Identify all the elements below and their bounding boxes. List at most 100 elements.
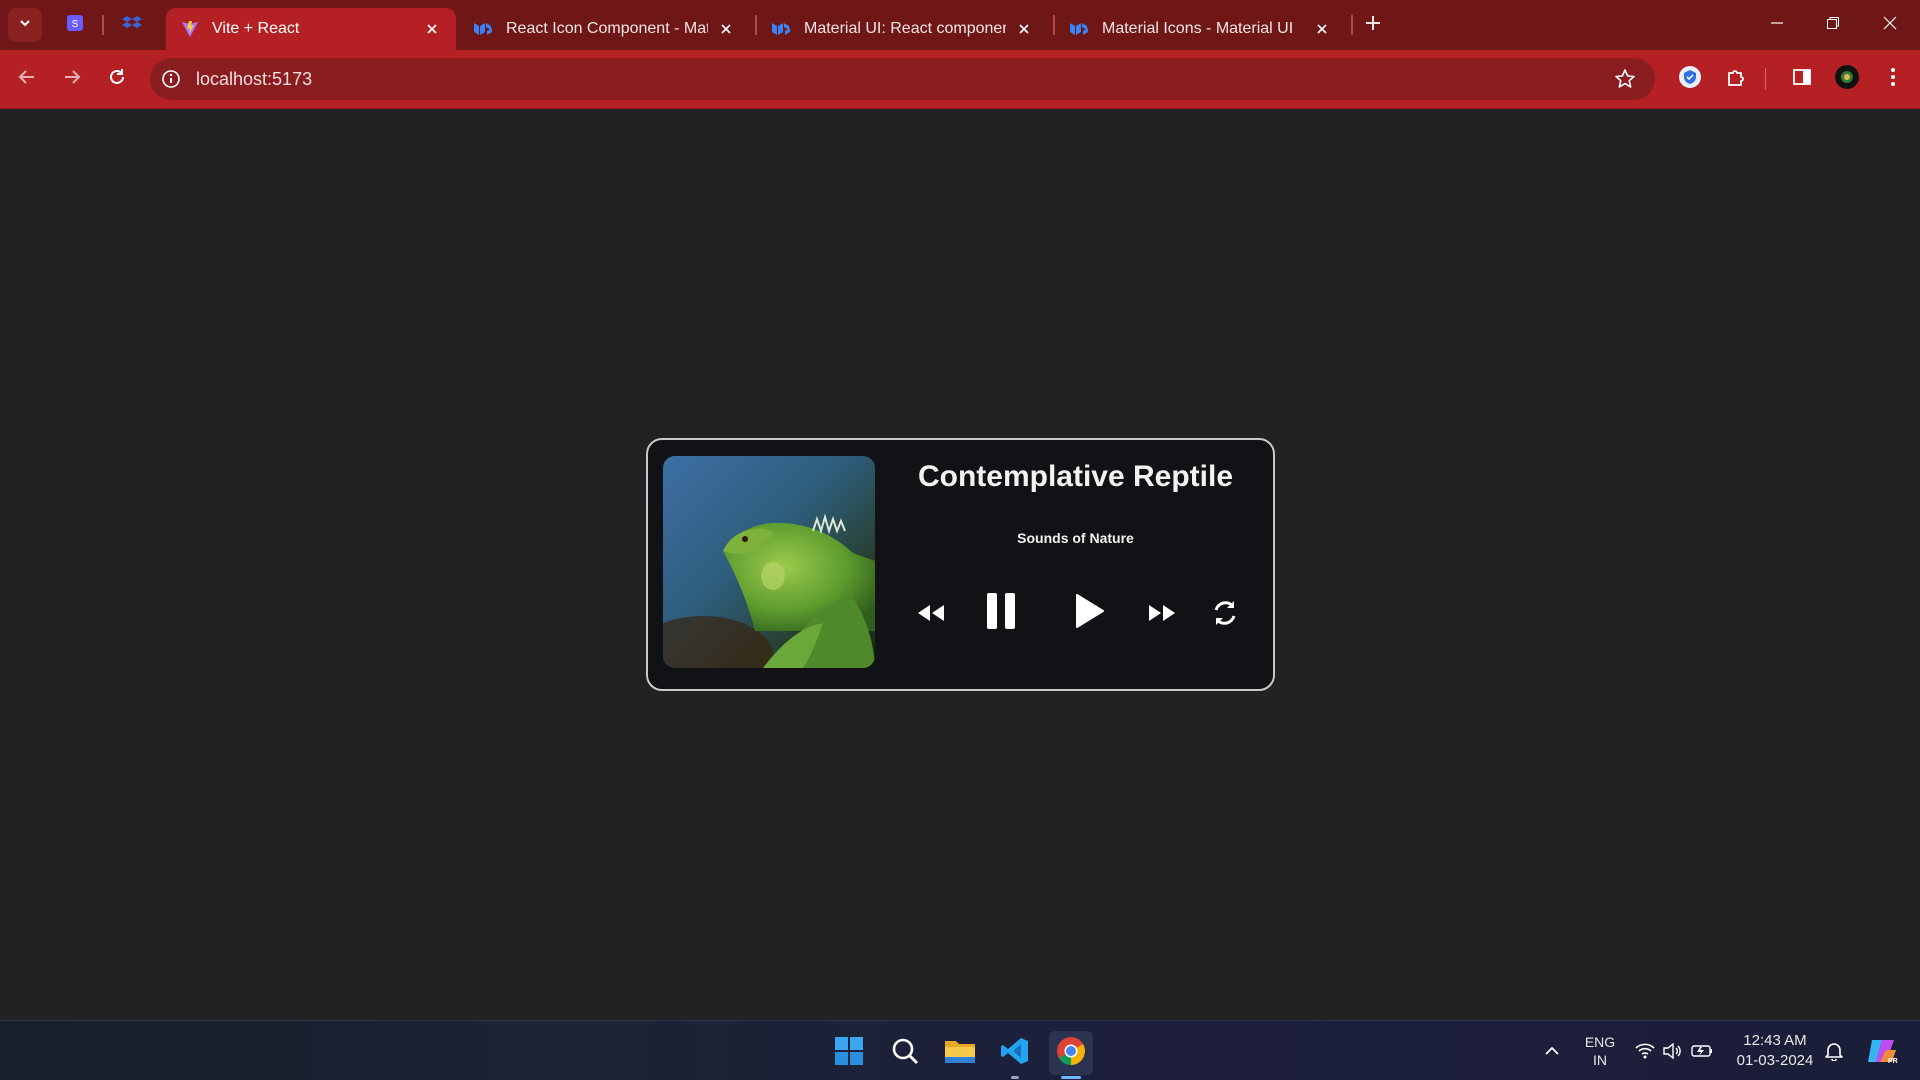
track-title: Contemplative Reptile (917, 460, 1234, 493)
copilot-icon: PRE (1866, 1036, 1903, 1071)
close-icon[interactable] (716, 19, 736, 39)
puzzle-icon (1725, 66, 1747, 93)
chrome-button[interactable] (1049, 1031, 1093, 1079)
dropbox-icon (122, 14, 142, 37)
vscode-icon (1000, 1036, 1030, 1071)
file-explorer-icon (944, 1037, 976, 1070)
extension-button[interactable] (1673, 62, 1707, 96)
chevron-down-icon (18, 16, 32, 35)
side-panel-button[interactable] (1785, 62, 1819, 96)
pause-button[interactable] (981, 590, 1021, 636)
fast-forward-icon (1147, 603, 1177, 628)
arrow-left-icon (17, 67, 37, 92)
browser-toolbar: localhost:5173 (0, 50, 1920, 109)
forward-button[interactable] (55, 62, 89, 96)
tab-material-icons[interactable]: Material Icons - Material UI (1056, 8, 1346, 50)
file-explorer-button[interactable] (938, 1031, 982, 1075)
taskbar-search-button[interactable] (883, 1031, 927, 1075)
start-button[interactable] (827, 1031, 871, 1075)
mui-logo-icon (1070, 19, 1090, 39)
mui-logo-icon (474, 19, 494, 39)
windows-taskbar: ENG IN 12:43 AM 01-03-2024 PRE (0, 1020, 1920, 1080)
clock-date: 01-03-2024 (1736, 1052, 1814, 1069)
close-icon[interactable] (1014, 19, 1034, 39)
tab-title: Material Icons - Material UI (1102, 20, 1294, 37)
active-indicator (1061, 1076, 1081, 1079)
volume-icon (1663, 1042, 1683, 1064)
windows-start-icon (834, 1036, 864, 1071)
pause-icon (984, 591, 1018, 636)
mui-logo-icon (772, 19, 792, 39)
show-hidden-icons-button[interactable] (1530, 1031, 1574, 1075)
wifi-icon (1635, 1043, 1655, 1064)
minimize-icon (1770, 16, 1784, 35)
tab-title: Vite + React (212, 20, 300, 37)
tab-separator (102, 15, 104, 35)
chrome-icon (1056, 1036, 1086, 1071)
close-window-button[interactable] (1870, 10, 1910, 40)
bookmark-star-icon[interactable] (1613, 67, 1637, 91)
svg-text:S: S (72, 19, 79, 30)
tab-separator (1053, 15, 1055, 35)
battery-icon (1691, 1043, 1713, 1064)
svg-text:PRE: PRE (1888, 1058, 1898, 1065)
pinned-tab-2[interactable] (117, 10, 147, 40)
toolbar-divider (1765, 68, 1766, 90)
pinned-tab-1[interactable]: S (60, 10, 90, 40)
quick-settings-button[interactable] (1625, 1031, 1723, 1075)
extensions-menu-button[interactable] (1719, 62, 1753, 96)
reload-icon (107, 67, 127, 92)
play-icon (1075, 593, 1105, 634)
reload-button[interactable] (100, 62, 134, 96)
shield-extension-icon (1678, 65, 1702, 94)
bell-icon (1825, 1041, 1843, 1066)
address-bar[interactable]: localhost:5173 (150, 58, 1655, 100)
site-info-icon[interactable] (160, 68, 182, 90)
arrow-right-icon (62, 67, 82, 92)
tab-material-ui-components[interactable]: Material UI: React components (758, 8, 1048, 50)
restore-button[interactable] (1813, 10, 1853, 40)
close-icon[interactable] (422, 19, 442, 39)
side-panel-icon (1792, 67, 1812, 92)
track-artist: Sounds of Nature (1017, 530, 1134, 546)
clock-time: 12:43 AM (1743, 1032, 1807, 1049)
tab-separator (1351, 15, 1353, 35)
restore-icon (1826, 16, 1840, 35)
notifications-button[interactable] (1812, 1031, 1856, 1075)
tab-title: Material UI: React components (804, 20, 1006, 37)
vscode-button[interactable] (993, 1031, 1037, 1079)
tab-react-icon-component[interactable]: React Icon Component - Material (460, 8, 750, 50)
tab-separator (755, 15, 757, 35)
copilot-button[interactable]: PRE (1860, 1031, 1904, 1075)
tab-search-button[interactable] (8, 8, 42, 42)
language-region: IN (1593, 1052, 1607, 1068)
play-button[interactable] (1070, 590, 1110, 636)
repeat-icon (1210, 598, 1240, 633)
browser-menu-button[interactable] (1876, 62, 1910, 96)
tab-vite-react[interactable]: Vite + React (166, 8, 456, 50)
avatar (1834, 64, 1860, 95)
language-indicator[interactable]: ENG IN (1578, 1033, 1622, 1069)
plus-icon (1365, 15, 1381, 36)
tab-title: React Icon Component - Material (506, 20, 708, 37)
profile-button[interactable] (1830, 62, 1864, 96)
vite-logo-icon (180, 19, 200, 39)
rewind-icon (916, 603, 946, 628)
tab-strip: S Vite + React React Icon Component - Ma… (0, 0, 1920, 50)
search-icon (891, 1037, 919, 1070)
chevron-up-icon (1544, 1044, 1560, 1062)
music-player-card: Contemplative Reptile Sounds of Nature (646, 438, 1275, 691)
fast-forward-button[interactable] (1145, 598, 1179, 632)
new-tab-button[interactable] (1360, 12, 1386, 38)
running-indicator (1011, 1076, 1019, 1079)
repeat-button[interactable] (1206, 596, 1244, 634)
url-text[interactable]: localhost:5173 (196, 69, 312, 90)
clock[interactable]: 12:43 AM 01-03-2024 (1728, 1031, 1822, 1071)
close-icon (1883, 16, 1897, 35)
rewind-button[interactable] (914, 598, 948, 632)
close-icon[interactable] (1312, 19, 1332, 39)
back-button[interactable] (10, 62, 44, 96)
app-favicon-icon: S (66, 14, 84, 37)
more-vertical-icon (1890, 67, 1896, 92)
minimize-button[interactable] (1757, 10, 1797, 40)
